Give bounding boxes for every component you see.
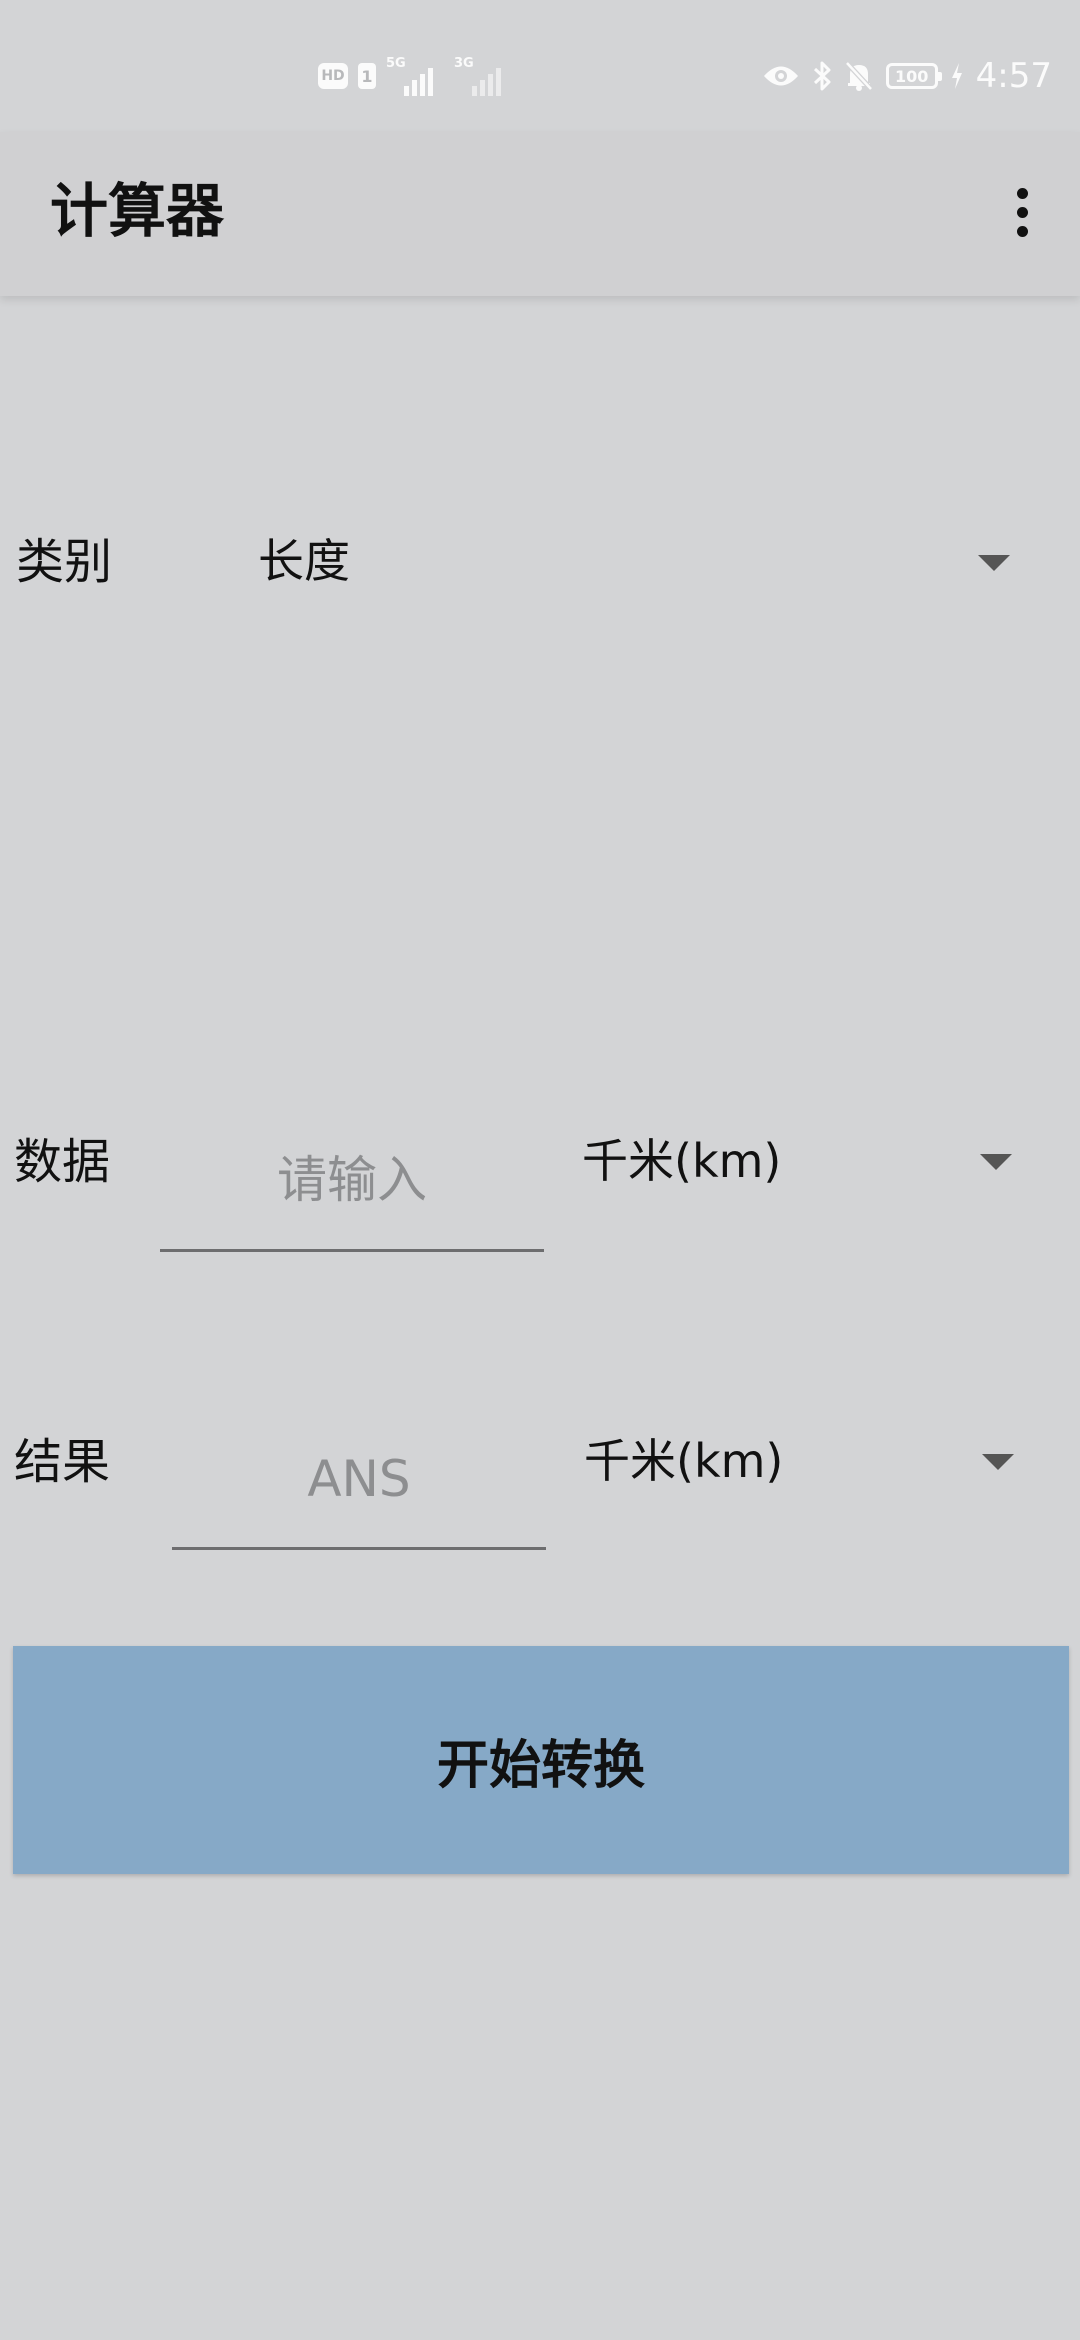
data-label: 数据 [14,1134,111,1190]
result-unit-dropdown-arrow-icon [982,1454,1014,1470]
result-output[interactable] [172,1410,546,1550]
result-label: 结果 [14,1434,111,1490]
more-vert-icon[interactable] [986,172,1058,252]
bell-off-icon [844,61,873,91]
app-bar: 计算器 [0,132,1080,296]
eye-icon [763,66,798,86]
sim-badge: 1 [358,63,376,89]
result-unit-value: 千米(km) [584,1434,784,1488]
app-title: 计算器 [50,177,225,245]
status-time: 4:57 [975,56,1052,96]
signal-icon: 5G [386,56,444,96]
data-unit-value: 千米(km) [582,1134,782,1188]
status-bar-right: 100 4:57 [762,54,1052,98]
charging-icon [951,63,962,89]
network-type-label: 5G [386,56,406,71]
signal-weak-icon: 3G [454,56,512,96]
bluetooth-icon [813,61,831,91]
network-type-label-2: 3G [454,56,474,71]
data-unit-spinner[interactable]: 千米(km) [570,1110,1040,1220]
status-bar: HD 1 5G 3G 100 4:57 [0,0,1080,132]
data-input[interactable] [160,1110,544,1252]
category-label: 类别 [16,534,113,590]
battery-icon: 100 [885,63,942,89]
category-selected-value: 长度 [258,534,350,588]
hd-badge: HD [318,63,348,89]
status-bar-network: HD 1 5G 3G [318,56,512,96]
result-unit-spinner[interactable]: 千米(km) [570,1410,1040,1520]
category-spinner[interactable]: 长度 [240,510,1040,620]
data-unit-dropdown-arrow-icon [980,1154,1012,1170]
category-dropdown-arrow-icon [978,555,1010,571]
start-convert-button[interactable]: 开始转换 [13,1646,1069,1874]
